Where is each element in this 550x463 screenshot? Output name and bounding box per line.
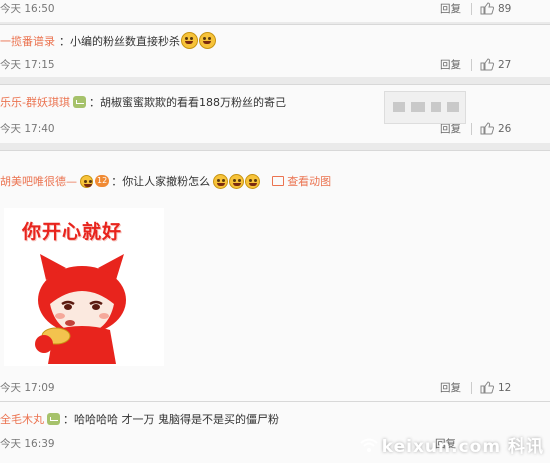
- comment-content: 哈哈哈哈 才一万 鬼脑得是不是买的僵尸粉: [74, 413, 279, 426]
- comment-content: 小编的粉丝数直接秒杀: [70, 34, 180, 48]
- watermark-text: keixun.com 科讯: [381, 437, 544, 457]
- sticker-image[interactable]: 你开心就好: [4, 208, 164, 366]
- divider: [471, 381, 472, 394]
- comment-content: 你让人家撤粉怎么: [122, 175, 211, 188]
- comment-item: 乐乐-群妖琪琪 ：胡椒蜜蜜欺欺的看看188万粉丝的寄己 今天 17:40 回复 …: [0, 85, 550, 143]
- comment-body: 乐乐-群妖琪琪 ：胡椒蜜蜜欺欺的看看188万粉丝的寄己: [0, 94, 286, 110]
- comment-text: ：小编的粉丝数直接秒杀: [59, 34, 180, 48]
- laugh-emoji-icon: [229, 173, 245, 189]
- comment-item: 一揽番谱录 ：小编的粉丝数直接秒杀 今天 17:15 回复 27: [0, 25, 550, 77]
- comment-body: 胡美吧唯很德— 12 ：你让人家撤粉怎么 查看动图: [0, 173, 331, 189]
- laugh-emoji-icon: [181, 32, 198, 49]
- level-badge: 12: [95, 175, 110, 187]
- vip-icon: [47, 413, 60, 425]
- divider: [471, 2, 472, 15]
- watermark: keixun.com 科讯: [359, 432, 544, 457]
- comment-text: ：胡椒蜜蜜欺欺的看看188万粉丝的寄己: [88, 96, 286, 109]
- comment-actions: 回复 27: [440, 57, 550, 72]
- comment-username[interactable]: 全毛木丸: [0, 411, 44, 427]
- comment-actions: 回复 89: [440, 1, 550, 16]
- like-icon[interactable]: [480, 58, 494, 71]
- laugh-emoji-icon: [245, 173, 261, 189]
- divider: [471, 122, 472, 135]
- comment-time: 今天 17:15: [0, 59, 55, 71]
- reply-button[interactable]: 回复: [440, 380, 461, 395]
- view-image-link[interactable]: 查看动图: [272, 173, 331, 189]
- comment-username[interactable]: 乐乐-群妖琪琪: [0, 94, 70, 110]
- cartoon-fox-character: [35, 254, 126, 364]
- like-count: 27: [498, 58, 512, 71]
- comment-time: 今天 16:50: [0, 3, 55, 15]
- like-icon[interactable]: [480, 122, 494, 135]
- comment-text: ：你让人家撤粉怎么: [111, 175, 211, 188]
- comment-actions: 回复 12: [440, 380, 550, 395]
- reply-button[interactable]: 回复: [440, 1, 461, 16]
- blurred-image: [384, 91, 466, 124]
- wifi-icon: [360, 438, 378, 452]
- user-emoji-icon: [80, 174, 93, 188]
- comment-item: 今天 16:50 回复 89: [0, 0, 550, 22]
- reply-button[interactable]: 回复: [440, 57, 461, 72]
- like-count: 12: [498, 381, 512, 394]
- comment-body: 全毛木丸 ：哈哈哈哈 才一万 鬼脑得是不是买的僵尸粉: [0, 411, 279, 427]
- like-count: 26: [498, 122, 512, 135]
- comment-time: 今天 17:09: [0, 382, 55, 394]
- comment-content: 胡椒蜜蜜欺欺的看看188万粉丝的寄己: [99, 96, 286, 109]
- laugh-emoji-icon: [199, 32, 216, 49]
- comment-username[interactable]: 胡美吧唯很德—: [0, 173, 77, 189]
- comment-time: 今天 17:40: [0, 123, 55, 135]
- view-image-label: 查看动图: [287, 175, 332, 188]
- divider: [471, 58, 472, 71]
- vip-icon: [72, 96, 86, 108]
- like-icon[interactable]: [480, 2, 494, 15]
- like-count: 89: [498, 2, 512, 15]
- comment-text: ：哈哈哈哈 才一万 鬼脑得是不是买的僵尸粉: [63, 413, 279, 426]
- comment-username[interactable]: 一揽番谱录: [0, 33, 55, 49]
- laugh-emoji-icon: [213, 173, 229, 189]
- like-icon[interactable]: [480, 381, 494, 394]
- comment-body: 一揽番谱录 ：小编的粉丝数直接秒杀: [0, 32, 216, 49]
- view-image-icon: [272, 176, 285, 186]
- comment-time: 今天 16:39: [0, 438, 55, 450]
